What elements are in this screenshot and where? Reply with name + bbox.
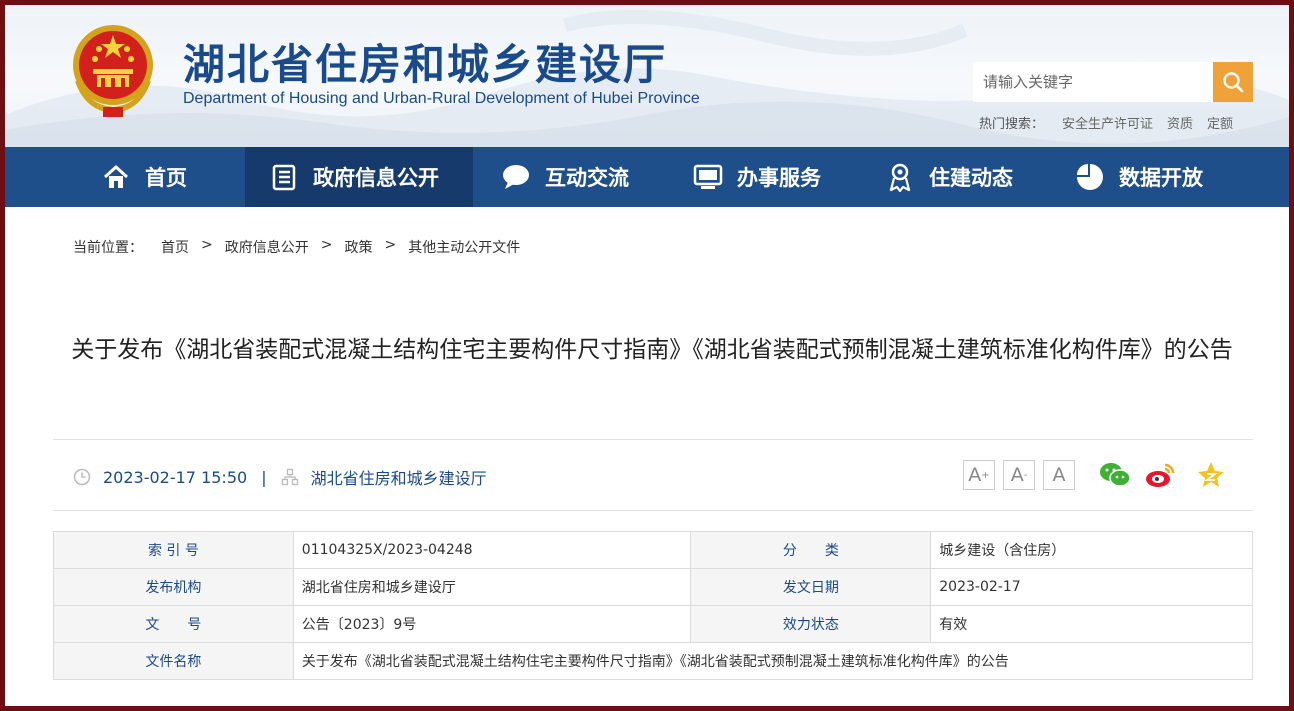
table-value: 关于发布《湖北省装配式混凝土结构住宅主要构件尺寸指南》《湖北省装配式预制混凝土建… bbox=[292, 642, 1254, 680]
nav-item-gov-info[interactable]: 政府信息公开 bbox=[245, 147, 473, 207]
article-title: 关于发布《湖北省装配式混凝土结构住宅主要构件尺寸指南》《湖北省装配式预制混凝土建… bbox=[71, 337, 1233, 363]
site-subtitle: Department of Housing and Urban-Rural De… bbox=[183, 90, 700, 107]
nav-label: 首页 bbox=[145, 166, 187, 190]
breadcrumb-link[interactable]: 首页 bbox=[161, 237, 189, 257]
breadcrumb-separator: > bbox=[320, 237, 333, 253]
table-row: 索 引 号 01104325X/2023-04248 分 类 城乡建设（含住房） bbox=[53, 531, 1253, 569]
font-size-decrease-button[interactable]: A- bbox=[1003, 460, 1035, 490]
divider bbox=[53, 439, 1253, 440]
site-header: 湖北省住房和城乡建设厅 Department of Housing and Ur… bbox=[5, 5, 1289, 147]
breadcrumb-link[interactable]: 其他主动公开文件 bbox=[408, 237, 520, 257]
nav-label: 政府信息公开 bbox=[313, 166, 439, 190]
nav-label: 数据开放 bbox=[1119, 166, 1203, 190]
font-size-increase-button[interactable]: A + bbox=[963, 460, 995, 490]
nav-label: 住建动态 bbox=[929, 166, 1013, 190]
table-key: 分 类 bbox=[690, 531, 932, 569]
hot-search: 热门搜索： 安全生产许可证 资质 定额 bbox=[979, 113, 1233, 132]
wechat-share-button[interactable] bbox=[1099, 460, 1131, 490]
table-key: 效力状态 bbox=[690, 605, 932, 643]
search-input[interactable] bbox=[973, 62, 1213, 102]
nav-item-home[interactable]: 首页 bbox=[101, 147, 245, 207]
table-value: 01104325X/2023-04248 bbox=[292, 531, 692, 569]
hot-search-label: 热门搜索： bbox=[979, 117, 1045, 132]
monitor-icon bbox=[693, 162, 723, 192]
favorite-button[interactable] bbox=[1195, 460, 1227, 490]
nav-item-interaction[interactable]: 互动交流 bbox=[501, 147, 651, 207]
table-value: 公告〔2023〕9号 bbox=[292, 605, 692, 643]
chat-bubble-icon bbox=[501, 162, 531, 192]
breadcrumb-link[interactable]: 政策 bbox=[344, 237, 372, 257]
nav-item-open-data[interactable]: 数据开放 bbox=[1075, 147, 1225, 207]
favorite-star-icon bbox=[1198, 462, 1224, 487]
main-nav: 首页 政府信息公开 互动交流 办事服务 住建动态 数据开放 bbox=[5, 147, 1289, 207]
font-size-default-button[interactable]: A bbox=[1043, 460, 1075, 490]
table-value: 有效 bbox=[930, 605, 1253, 643]
hot-keyword[interactable]: 定额 bbox=[1207, 113, 1233, 132]
divider bbox=[53, 510, 1253, 511]
weibo-share-button[interactable] bbox=[1145, 460, 1177, 490]
article-source: 湖北省住房和城乡建设厅 bbox=[310, 469, 487, 488]
nav-item-news[interactable]: 住建动态 bbox=[885, 147, 1035, 207]
site-title: 湖北省住房和城乡建设厅 bbox=[183, 40, 668, 89]
breadcrumb-separator: > bbox=[201, 237, 213, 253]
search-button[interactable] bbox=[1213, 62, 1253, 102]
hot-keyword[interactable]: 资质 bbox=[1167, 113, 1193, 132]
table-key: 索 引 号 bbox=[53, 531, 294, 569]
table-row: 发布机构 湖北省住房和城乡建设厅 发文日期 2023-02-17 bbox=[53, 568, 1253, 606]
meta-separator: | bbox=[261, 467, 267, 487]
document-list-icon bbox=[269, 162, 299, 192]
table-key: 文 号 bbox=[53, 605, 294, 643]
pie-chart-icon bbox=[1075, 162, 1105, 192]
home-icon bbox=[101, 162, 131, 192]
table-row: 文 号 公告〔2023〕9号 效力状态 有效 bbox=[53, 605, 1253, 643]
table-value: 湖北省住房和城乡建设厅 bbox=[292, 568, 692, 606]
table-key: 文件名称 bbox=[53, 642, 294, 680]
hot-keyword[interactable]: 安全生产许可证 bbox=[1062, 113, 1153, 132]
nav-label: 互动交流 bbox=[545, 166, 629, 190]
table-value: 城乡建设（含住房） bbox=[930, 531, 1253, 569]
table-key: 发文日期 bbox=[690, 568, 932, 606]
document-info-table: 索 引 号 01104325X/2023-04248 分 类 城乡建设（含住房）… bbox=[53, 531, 1254, 680]
page-frame: 湖北省住房和城乡建设厅 Department of Housing and Ur… bbox=[5, 5, 1289, 706]
nav-item-services[interactable]: 办事服务 bbox=[693, 147, 843, 207]
publish-datetime: 2023-02-17 15:50 bbox=[103, 467, 248, 487]
nav-label: 办事服务 bbox=[737, 166, 821, 190]
organization-icon bbox=[281, 468, 299, 486]
breadcrumb-label: 当前位置： bbox=[73, 240, 143, 256]
wechat-icon bbox=[1100, 463, 1131, 487]
search-icon bbox=[1223, 72, 1244, 93]
person-badge-icon bbox=[885, 162, 915, 192]
breadcrumb: 当前位置： 首页 > 政府信息公开 > 政策 > 其他主动公开文件 bbox=[73, 237, 520, 257]
breadcrumb-separator: > bbox=[384, 237, 397, 253]
table-row: 文件名称 关于发布《湖北省装配式混凝土结构住宅主要构件尺寸指南》《湖北省装配式预… bbox=[53, 642, 1254, 680]
article-meta: 2023-02-17 15:50 | 湖北省住房和城乡建设厅 bbox=[73, 465, 487, 489]
breadcrumb-link[interactable]: 政府信息公开 bbox=[225, 237, 309, 257]
table-key: 发布机构 bbox=[53, 568, 294, 606]
table-value: 2023-02-17 bbox=[930, 568, 1253, 606]
weibo-icon bbox=[1146, 463, 1175, 487]
clock-icon bbox=[73, 468, 91, 486]
national-emblem-icon bbox=[73, 25, 153, 117]
